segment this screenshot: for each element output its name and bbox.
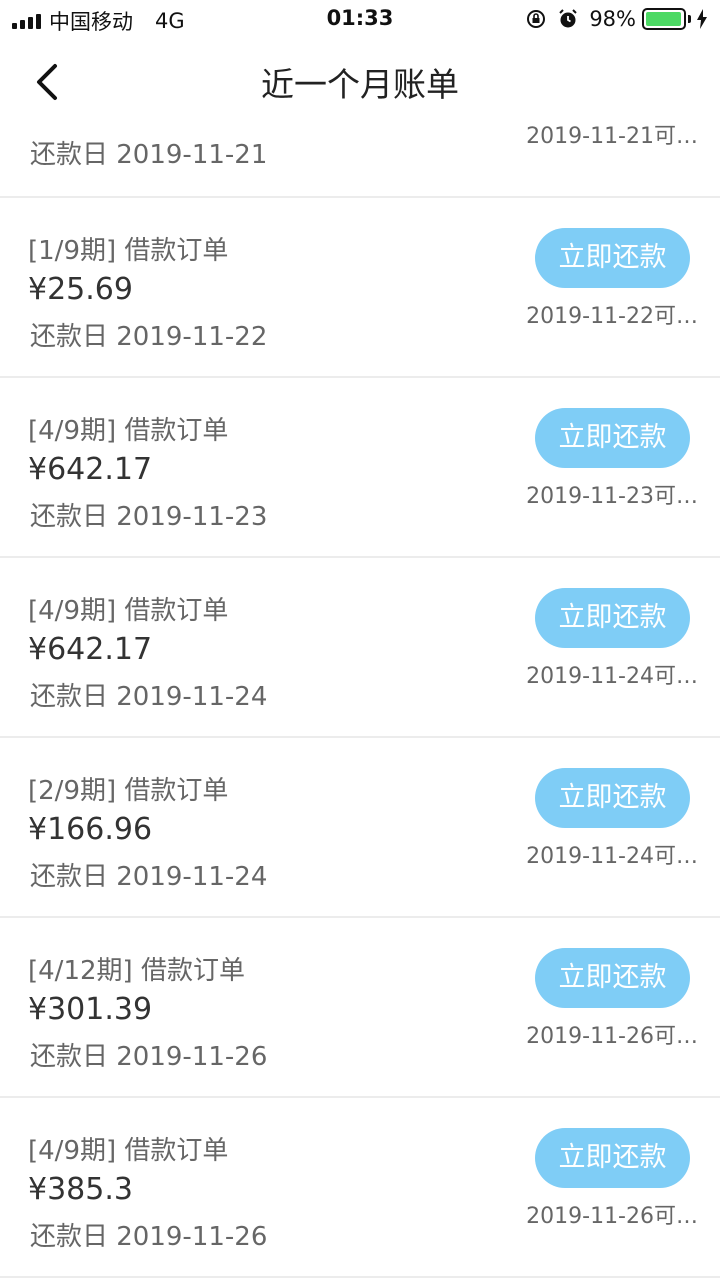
list-item: [1/9期] 借款订单 ¥25.69 还款日 2019-11-22 立即还款 2… [0, 198, 720, 378]
bill-amount: ¥166.96 [28, 812, 153, 847]
list-item: [4/9期] 借款订单 ¥642.17 还款日 2019-11-24 立即还款 … [0, 558, 720, 738]
battery-icon [642, 8, 686, 30]
bill-title: [4/9期] 借款订单 [28, 1136, 229, 1166]
status-bar: 中国移动 4G 01:33 98% [0, 0, 720, 40]
due-date: 还款日 2019-11-21 [30, 140, 268, 170]
repay-note: 2019-11-26可… [526, 1204, 698, 1229]
bill-title: [4/12期] 借款订单 [28, 956, 245, 986]
bill-amount: ¥642.17 [28, 632, 153, 667]
bill-list: 还款日 2019-11-21 2019-11-21可… [1/9期] 借款订单 … [0, 106, 720, 1278]
bill-title: [4/9期] 借款订单 [28, 416, 229, 446]
orientation-lock-icon [527, 10, 546, 28]
repay-note: 2019-11-22可… [526, 304, 698, 329]
repay-now-button[interactable]: 立即还款 [535, 1128, 690, 1188]
due-date: 还款日 2019-11-26 [30, 1222, 268, 1252]
due-date: 还款日 2019-11-24 [30, 682, 268, 712]
repay-note: 2019-11-23可… [526, 484, 698, 509]
bill-title: [4/9期] 借款订单 [28, 596, 229, 626]
bill-amount: ¥642.17 [28, 452, 153, 487]
list-item: [2/9期] 借款订单 ¥166.96 还款日 2019-11-24 立即还款 … [0, 738, 720, 918]
due-date: 还款日 2019-11-26 [30, 1042, 268, 1072]
repay-now-button[interactable]: 立即还款 [535, 408, 690, 468]
charging-bolt-icon [697, 9, 707, 29]
due-date: 还款日 2019-11-23 [30, 502, 268, 532]
bill-amount: ¥385.3 [28, 1172, 133, 1207]
bill-amount: ¥25.69 [28, 272, 133, 307]
due-date: 还款日 2019-11-22 [30, 322, 268, 352]
repay-now-button[interactable]: 立即还款 [535, 588, 690, 648]
repay-note: 2019-11-21可… [526, 124, 698, 149]
repay-now-button[interactable]: 立即还款 [535, 948, 690, 1008]
repay-note: 2019-11-24可… [526, 664, 698, 689]
page-title: 近一个月账单 [261, 65, 459, 104]
bill-title: [2/9期] 借款订单 [28, 776, 229, 806]
list-item: 还款日 2019-11-21 2019-11-21可… [0, 106, 720, 198]
bill-title: [1/9期] 借款订单 [28, 236, 229, 266]
list-item: [4/12期] 借款订单 ¥301.39 还款日 2019-11-26 立即还款… [0, 918, 720, 1098]
alarm-icon [559, 9, 578, 28]
repay-note: 2019-11-24可… [526, 844, 698, 869]
repay-now-button[interactable]: 立即还款 [535, 228, 690, 288]
repay-now-button[interactable]: 立即还款 [535, 768, 690, 828]
repay-note: 2019-11-26可… [526, 1024, 698, 1049]
bill-amount: ¥301.39 [28, 992, 153, 1027]
list-item: [4/9期] 借款订单 ¥642.17 还款日 2019-11-23 立即还款 … [0, 378, 720, 558]
battery-percentage: 98% [589, 7, 636, 31]
list-item: [4/9期] 借款订单 ¥385.3 还款日 2019-11-26 立即还款 2… [0, 1098, 720, 1278]
due-date: 还款日 2019-11-24 [30, 862, 268, 892]
battery-cap [688, 15, 691, 23]
